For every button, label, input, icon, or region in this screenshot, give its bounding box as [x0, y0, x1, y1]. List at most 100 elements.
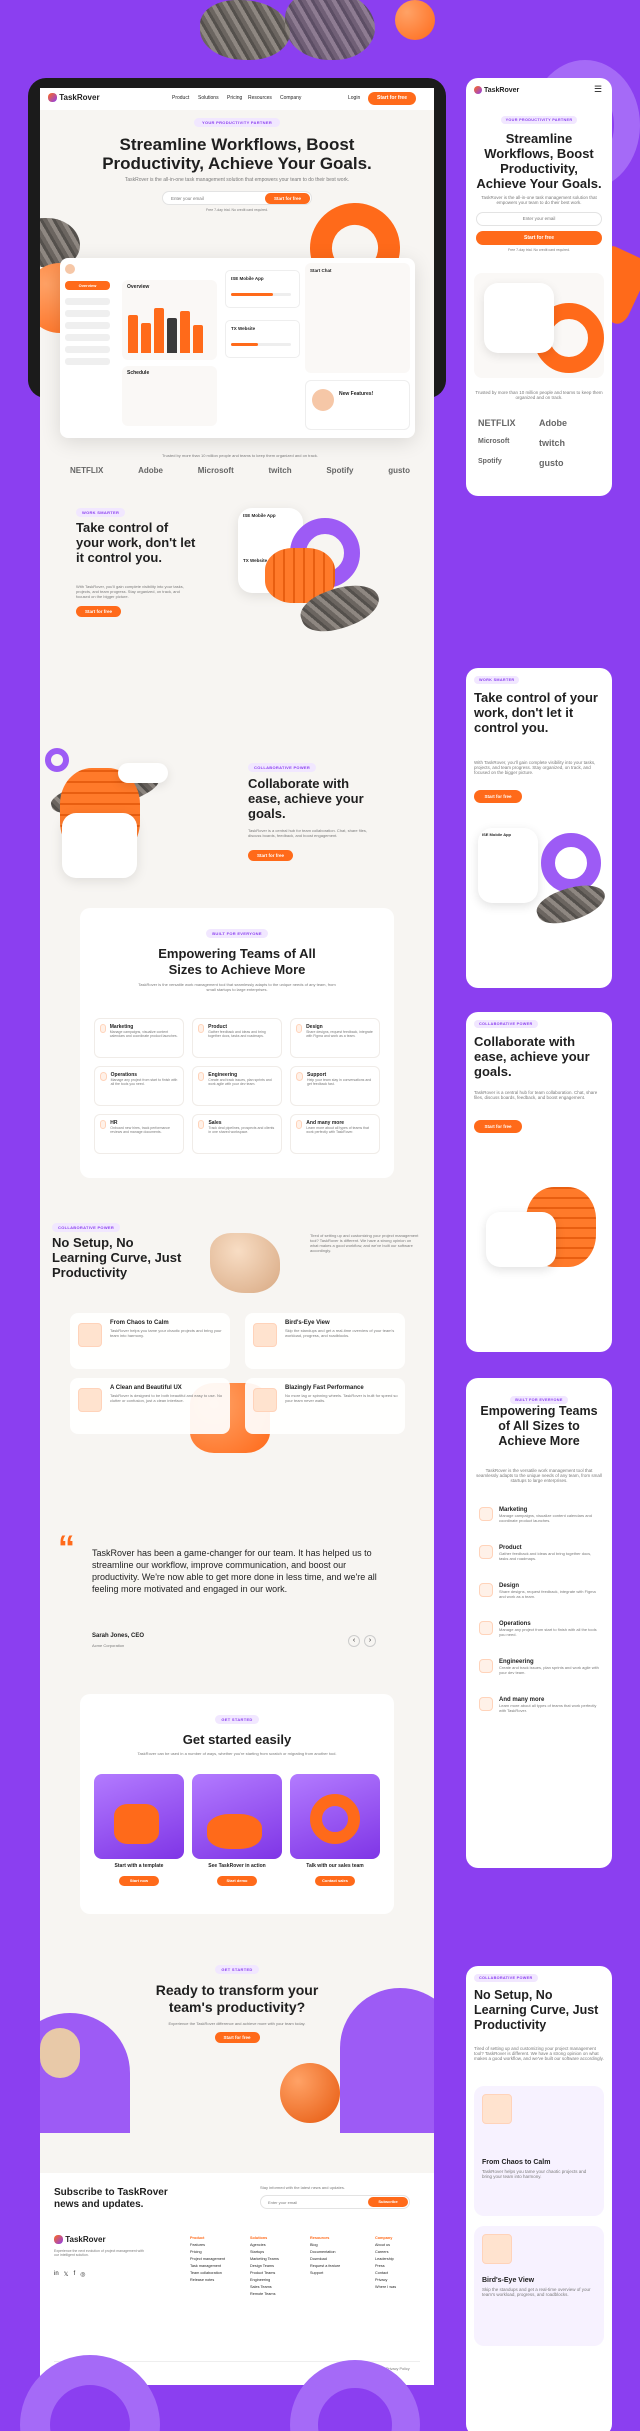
team-card-sales[interactable]: Sales Track deal pipelines, prospects and… — [192, 1114, 282, 1154]
new-features-card[interactable]: New Features! — [305, 380, 410, 430]
feature-card-performance[interactable]: Blazingly Fast Performance No more lag o… — [245, 1378, 405, 1434]
team-card-hr[interactable]: HR Onboard new hires, track performance r… — [94, 1114, 184, 1154]
nav-cta-button[interactable]: Start for free — [368, 92, 416, 105]
footer-link[interactable]: Agencies — [250, 2242, 279, 2249]
started-card-button[interactable]: Contact sales — [315, 1876, 355, 1886]
project-card-2[interactable]: TX Website — [225, 320, 300, 358]
feature-card-ux[interactable]: A Clean and Beautiful UX TaskRover is de… — [70, 1378, 230, 1434]
footer-link[interactable]: Download — [310, 2256, 340, 2263]
task-card-title: ISE Mobile App — [243, 513, 276, 518]
mobile-smarter-cta[interactable]: Start for free — [474, 790, 522, 803]
footer: Subscribe to TaskRover news and updates.… — [40, 2173, 434, 2385]
brand-logo[interactable]: TaskRover — [48, 93, 100, 103]
login-link[interactable]: Login — [348, 95, 360, 101]
mobile-team-marketing[interactable]: Marketing Manage campaigns, visualize con… — [474, 1502, 604, 1540]
footer-link[interactable]: Features — [190, 2242, 225, 2249]
footer-link[interactable]: Leadership — [375, 2256, 396, 2263]
smarter-cta[interactable]: Start for free — [76, 606, 121, 617]
footer-link[interactable]: Support — [310, 2270, 340, 2277]
footer-link[interactable]: Sales Teams — [250, 2284, 279, 2291]
mobile-team-operations[interactable]: Operations Manage any project from start … — [474, 1616, 604, 1654]
nav-item-product[interactable]: Product — [172, 95, 189, 101]
started-subtitle: TaskRover can be used in a number of way… — [137, 1751, 337, 1756]
x-icon[interactable]: 𝕏 — [64, 2271, 69, 2278]
footer-link[interactable]: Project management — [190, 2256, 225, 2263]
started-card-button[interactable]: Start now — [119, 1876, 159, 1886]
footer-link[interactable]: Task management — [190, 2263, 225, 2270]
sidebar-item-overview[interactable]: Overview — [65, 281, 110, 290]
mobile-brand[interactable]: TaskRover — [474, 86, 519, 94]
footer-link[interactable]: Press — [375, 2263, 396, 2270]
nav-item-solutions[interactable]: Solutions — [198, 95, 219, 101]
started-card-button[interactable]: Start demo — [217, 1876, 257, 1886]
mobile-team-more[interactable]: And many more Learn more about all types … — [474, 1692, 604, 1730]
team-card-marketing[interactable]: Marketing Manage campaigns, visualize con… — [94, 1018, 184, 1058]
footer-link[interactable]: Blog — [310, 2242, 340, 2249]
mobile-menu-icon[interactable]: ☰ — [594, 84, 602, 95]
footer-link[interactable]: Startups — [250, 2249, 279, 2256]
feature-card-birdseye[interactable]: Bird's-Eye View Skip the standups and ge… — [245, 1313, 405, 1369]
mobile-team-engineering[interactable]: Engineering Create and track issues, plan… — [474, 1654, 604, 1692]
started-card-template[interactable]: Start with a template Start now — [94, 1774, 184, 1894]
subscribe-button[interactable]: Subscribe — [368, 2197, 408, 2207]
footer-link[interactable]: About us — [375, 2242, 396, 2249]
hero-cta-button[interactable]: Start for free — [265, 193, 310, 204]
footer-link[interactable]: Team collaboration — [190, 2270, 225, 2277]
linkedin-icon[interactable]: in — [54, 2271, 59, 2278]
mobile-team-product[interactable]: Product Gather feedback and ideas and bri… — [474, 1540, 604, 1578]
next-arrow-icon[interactable]: › — [364, 1635, 376, 1647]
instagram-icon[interactable]: ◎ — [80, 2271, 85, 2278]
mobile-email-input[interactable]: Enter your email — [476, 212, 602, 226]
team-card-product[interactable]: Product Gather feedback and ideas and bri… — [192, 1018, 282, 1058]
brand-name: TaskRover — [65, 2235, 106, 2244]
ready-cta[interactable]: Start for free — [214, 2032, 260, 2043]
footer-link[interactable]: Design Teams — [250, 2263, 279, 2270]
collab-cta[interactable]: Start for free — [248, 850, 293, 861]
footer-link[interactable]: Request a feature — [310, 2263, 340, 2270]
team-card-design[interactable]: Design Share designs, request feedback, i… — [290, 1018, 380, 1058]
mobile-team-design[interactable]: Design Share designs, request feedback, i… — [474, 1578, 604, 1616]
started-card-sales[interactable]: Talk with our sales team Contact sales — [290, 1774, 380, 1894]
project-progress — [231, 293, 291, 296]
prev-arrow-icon[interactable]: ‹ — [348, 1635, 360, 1647]
started-card-demo[interactable]: See TaskRover in action Start demo — [192, 1774, 282, 1894]
footer-link[interactable]: Engineering — [250, 2277, 279, 2284]
nav-item-pricing[interactable]: Pricing — [227, 95, 242, 101]
footer-link[interactable]: Marketing Teams — [250, 2256, 279, 2263]
footer-link[interactable]: Contact — [375, 2270, 396, 2277]
mobile-hero-cta[interactable]: Start for free — [476, 231, 602, 245]
project-card-1[interactable]: ISE Mobile App — [225, 270, 300, 308]
mobile-hero-tag: YOUR PRODUCTIVITY PARTNER — [500, 116, 578, 124]
mobile-feature-birdseye[interactable]: Bird's-Eye View Skip the standups and ge… — [474, 2226, 604, 2346]
team-card-engineering[interactable]: Engineering Create and track issues, plan… — [192, 1066, 282, 1106]
facebook-icon[interactable]: f — [74, 2271, 76, 2278]
footer-link[interactable]: Privacy — [375, 2277, 396, 2284]
comment-card[interactable] — [62, 813, 137, 878]
team-card-operations[interactable]: Operations Manage any project from start … — [94, 1066, 184, 1106]
nav-item-company[interactable]: Company — [280, 95, 301, 101]
mobile-feature-chaos[interactable]: From Chaos to Calm TaskRover helps you t… — [474, 2086, 604, 2216]
team-card-support[interactable]: Support Help your team stay in conversati… — [290, 1066, 380, 1106]
subscribe-email-input[interactable]: Enter your email — [268, 2200, 297, 2205]
comment-bubble[interactable] — [118, 763, 168, 783]
task-card-title-2: TX Website — [243, 558, 268, 563]
teams-title: Empowering Teams of All Sizes to Achieve… — [158, 946, 316, 977]
footer-link[interactable]: Careers — [375, 2249, 396, 2256]
footer-brand[interactable]: TaskRover — [54, 2235, 106, 2245]
mobile-collab-cta[interactable]: Start for free — [474, 1120, 522, 1133]
footer-link[interactable]: Where I was — [375, 2284, 396, 2291]
teams-section: BUILT FOR EVERYONE Empowering Teams of A… — [80, 908, 394, 1178]
nav-item-resources[interactable]: Resources — [248, 95, 272, 101]
project-card-title: TX Website — [231, 326, 256, 331]
hero-email-input[interactable]: Enter your email — [171, 196, 204, 201]
footer-link[interactable]: Documentation — [310, 2249, 340, 2256]
footer-link[interactable]: Pricing — [190, 2249, 225, 2256]
team-card-more[interactable]: And many more Learn more about all types … — [290, 1114, 380, 1154]
logo-icon — [54, 2235, 63, 2245]
footer-link[interactable]: Remote Teams — [250, 2291, 279, 2298]
footer-link[interactable]: Release notes — [190, 2277, 225, 2284]
footer-link[interactable]: Product Teams — [250, 2270, 279, 2277]
dashboard-mockup: Overview Overview Schedule ISE Mobile Ap… — [60, 258, 415, 438]
feature-desc: TaskRover helps you tame your chaotic pr… — [110, 1328, 222, 1338]
feature-card-chaos[interactable]: From Chaos to Calm TaskRover helps you t… — [70, 1313, 230, 1369]
